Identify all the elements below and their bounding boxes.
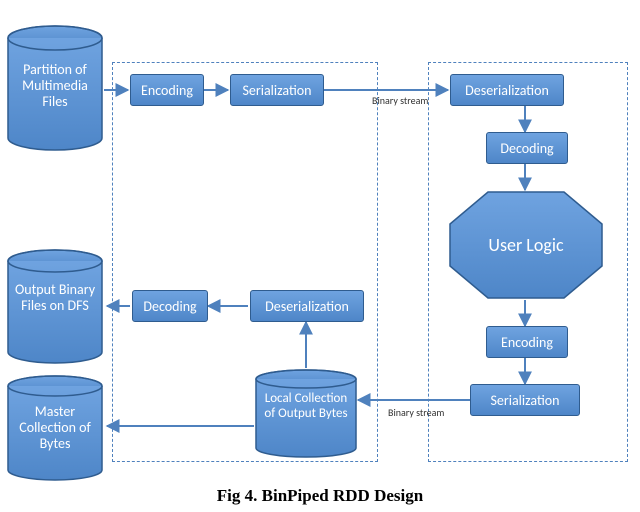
node-label: Deserialization [465, 82, 549, 99]
figure-caption: Fig 4. BinPiped RDD Design [0, 486, 640, 506]
node-label: Deserialization [265, 298, 349, 315]
diagram-canvas: Partition of Multimedia Files Output Bin… [0, 0, 640, 512]
node-deserialization-top: Deserialization [450, 74, 564, 106]
cylinder-output-binary: Output Binary Files on DFS [6, 248, 104, 366]
cylinder-output-binary-label: Output Binary Files on DFS [6, 282, 104, 314]
node-serialization-top: Serialization [230, 74, 324, 106]
node-decoding-top: Decoding [486, 132, 568, 164]
edge-label-binary-stream-bot: Binary stream [388, 406, 444, 419]
node-label: User Logic [488, 234, 563, 256]
node-label: Decoding [143, 298, 196, 315]
node-label: Serialization [490, 392, 559, 409]
cylinder-local-bytes: Local Collection of Output Bytes [254, 368, 358, 460]
node-encoding-top: Encoding [130, 74, 204, 106]
cylinder-master-bytes-label: Master Collection of Bytes [6, 404, 104, 452]
node-deserialization-left: Deserialization [250, 290, 364, 322]
figure-caption-text: Fig 4. BinPiped RDD Design [217, 486, 423, 505]
cylinder-local-bytes-label: Local Collection of Output Bytes [254, 392, 358, 422]
node-label: Encoding [141, 82, 193, 99]
cylinder-partition-label: Partition of Multimedia Files [6, 62, 104, 110]
node-label: Encoding [501, 334, 553, 351]
cylinder-partition: Partition of Multimedia Files [6, 24, 104, 152]
node-serialization-bot: Serialization [470, 384, 580, 416]
node-user-logic: User Logic [448, 190, 604, 300]
edge-label-binary-stream-top: Binary stream [372, 94, 428, 107]
node-label: Serialization [242, 82, 311, 99]
cylinder-master-bytes: Master Collection of Bytes [6, 374, 104, 482]
node-decoding-left: Decoding [132, 290, 208, 322]
node-encoding-bot: Encoding [486, 326, 568, 358]
node-label: Decoding [500, 140, 553, 157]
